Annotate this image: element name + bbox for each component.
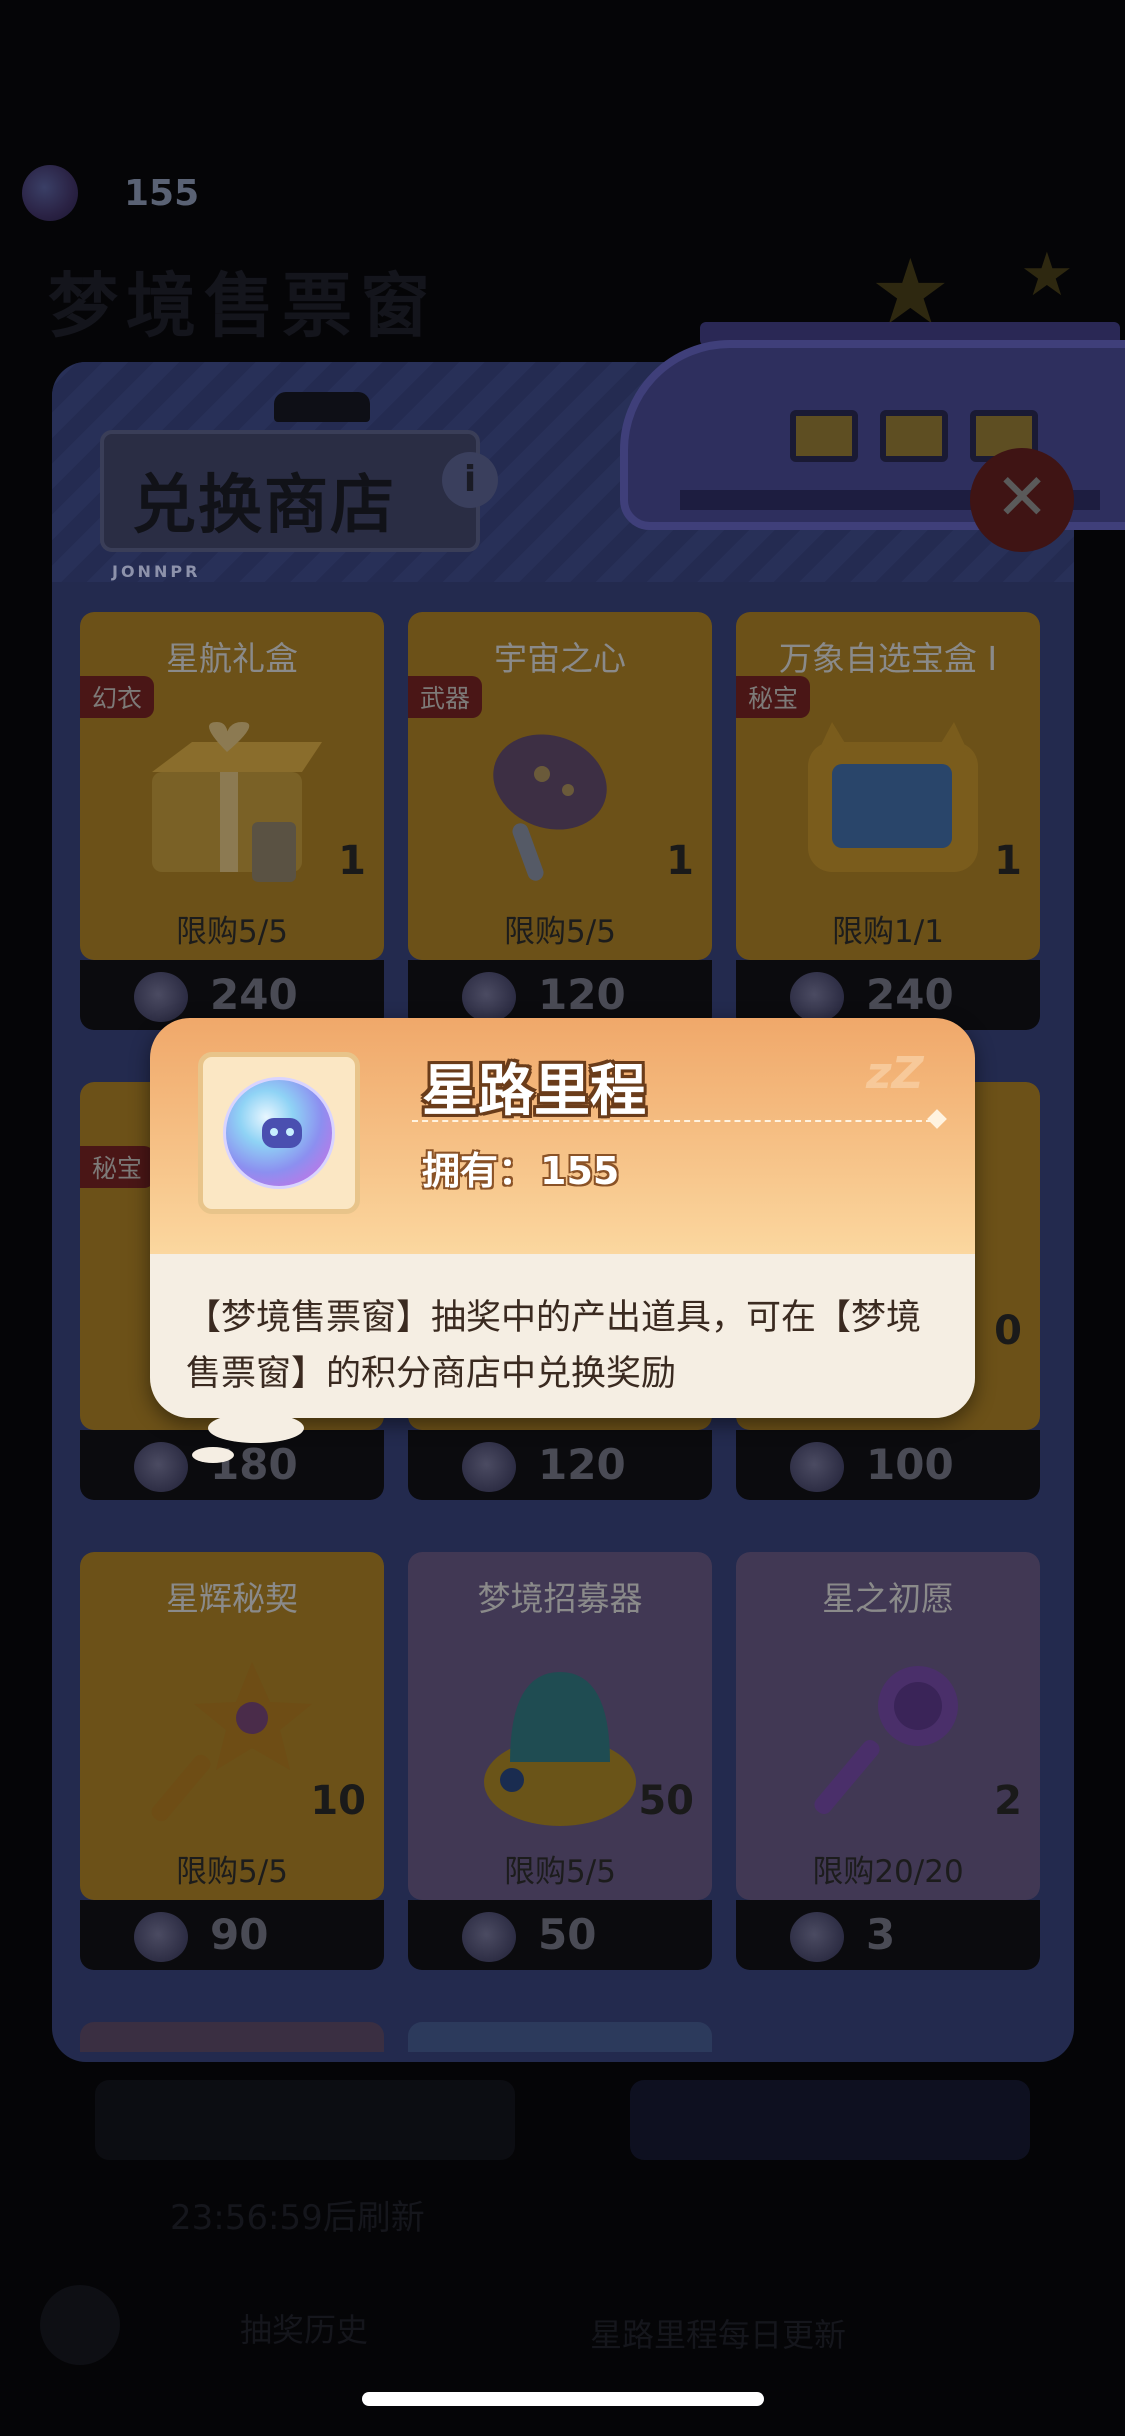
price-bar: 100	[736, 1430, 1040, 1500]
owned-value: 155	[540, 1149, 620, 1193]
home-indicator[interactable]	[362, 2392, 764, 2406]
item-name: 星辉秘契	[166, 1579, 298, 1618]
info-icon[interactable]: i	[442, 452, 498, 508]
star-mileage-coin-icon	[223, 1077, 335, 1189]
mileage-coin-icon	[134, 1442, 188, 1492]
train-window	[880, 410, 948, 462]
shop-item-card[interactable]: 梦境招募器 50 限购5/5 50	[408, 1552, 712, 1970]
refresh-timer: 23:56:59后刷新	[170, 2198, 425, 2238]
item-quantity: 0	[994, 1308, 1022, 1354]
item-name: 星之初愿	[822, 1579, 954, 1618]
robot-face-icon	[262, 1118, 302, 1148]
gift-box-icon	[132, 712, 332, 892]
item-quantity: 1	[338, 838, 366, 884]
purchase-limit: 限购5/5	[176, 1854, 288, 1890]
item-price: 240	[866, 970, 954, 1019]
shop-title: 兑换商店	[132, 469, 396, 543]
shop-sign: 兑换商店 JONNPR	[100, 392, 480, 581]
owned-label: 拥有：	[422, 1149, 537, 1193]
close-button[interactable]: ✕	[970, 448, 1074, 552]
purchase-limit: 限购20/20	[812, 1854, 964, 1890]
item-price: 240	[210, 970, 298, 1019]
purchase-limit: 限购1/1	[832, 914, 944, 950]
mileage-coin-icon	[134, 1912, 188, 1962]
item-name: 梦境招募器	[477, 1579, 643, 1618]
star-racket-icon	[460, 712, 660, 892]
item-price: 100	[866, 1440, 954, 1489]
sign-clip	[274, 392, 370, 422]
item-quantity: 1	[994, 838, 1022, 884]
mileage-coin-icon	[790, 972, 844, 1022]
recruiter-icon	[460, 1652, 660, 1832]
mileage-coin-icon	[462, 1442, 516, 1492]
tooltip-header: 星路里程 拥有： 155 zZ	[150, 1018, 975, 1254]
mileage-note: 星路里程每日更新	[590, 2316, 847, 2354]
item-quantity: 50	[638, 1778, 694, 1824]
train-window	[790, 410, 858, 462]
sign-tag: JONNPR	[112, 562, 201, 581]
item-price: 50	[538, 1910, 597, 1959]
item-price: 90	[210, 1910, 269, 1959]
item-icon-frame	[198, 1052, 360, 1214]
back-icon[interactable]	[40, 2285, 120, 2365]
price-bar: 90	[80, 1900, 384, 1970]
item-name: 万象自选宝盒 I	[778, 639, 998, 678]
mileage-coin-icon	[790, 1442, 844, 1492]
price-bar: 3	[736, 1900, 1040, 1970]
sleep-zz-icon: zZ	[866, 1048, 924, 1099]
price-bar: 50	[408, 1900, 712, 1970]
purchase-limit: 限购5/5	[504, 1854, 616, 1890]
tooltip-divider	[412, 1120, 932, 1122]
shop-item-card[interactable]: 星之初愿 2 限购20/20 3	[736, 1552, 1040, 1970]
mileage-coin-icon	[462, 972, 516, 1022]
item-category-badge: 幻衣	[80, 676, 155, 718]
purple-key-icon	[788, 1652, 988, 1832]
tooltip-title: 星路里程	[422, 1059, 646, 1124]
shop-item-card[interactable]: 星航礼盒 幻衣 1 限购5/5 240	[80, 612, 384, 1030]
item-name: 宇宙之心	[494, 639, 626, 678]
shop-item-card[interactable]: 星辉秘契 10 限购5/5 90	[80, 1552, 384, 1970]
price-bar: 120	[408, 1430, 712, 1500]
item-quantity: 2	[994, 1778, 1022, 1824]
shop-item-card[interactable]: 宇宙之心 武器 1 限购5/5 120	[408, 612, 712, 1030]
item-category-badge: 武器	[408, 676, 483, 718]
speech-bubble-tail	[208, 1413, 304, 1443]
mileage-coin-icon	[790, 1912, 844, 1962]
item-quantity: 10	[310, 1778, 366, 1824]
item-price: 120	[538, 1440, 626, 1489]
shop-item-card-partial	[80, 2022, 384, 2052]
item-category-badge: 秘宝	[80, 1146, 155, 1188]
item-quantity: 1	[666, 838, 694, 884]
refresh-bar	[95, 2080, 515, 2160]
mileage-coin-icon	[134, 972, 188, 1022]
item-name: 星航礼盒	[166, 639, 298, 678]
mileage-coin-icon	[22, 165, 78, 221]
star-key-icon	[132, 1652, 332, 1832]
diamond-icon	[927, 1109, 947, 1129]
page-title: 梦境售票窗	[48, 265, 438, 347]
purchase-limit: 限购5/5	[176, 914, 288, 950]
purchase-limit: 限购5/5	[504, 914, 616, 950]
draw-history-link[interactable]: 抽奖历史	[240, 2305, 368, 2351]
item-price: 120	[538, 970, 626, 1019]
draw-button[interactable]	[630, 2080, 1030, 2160]
tooltip-body: 【梦境售票窗】抽奖中的产出道具，可在【梦境售票窗】的积分商店中兑换奖励	[150, 1254, 975, 1418]
item-price: 3	[866, 1910, 896, 1959]
shop-item-card[interactable]: 万象自选宝盒 I 秘宝 1 限购1/1 240	[736, 612, 1040, 1030]
tooltip-description: 【梦境售票窗】抽奖中的产出道具，可在【梦境售票窗】的积分商店中兑换奖励	[186, 1298, 922, 1394]
currency-value: 155	[124, 172, 200, 214]
speech-bubble-tail	[192, 1447, 234, 1463]
star-decoration-icon: ★	[1020, 240, 1074, 310]
mileage-coin-icon	[462, 1912, 516, 1962]
item-tooltip-popup: 星路里程 拥有： 155 zZ 【梦境售票窗】抽奖中的产出道具，可在【梦境售票窗】…	[150, 1018, 975, 1418]
tv-box-icon	[788, 712, 988, 892]
owned-count: 拥有： 155	[422, 1140, 619, 1195]
shop-item-card-partial	[408, 2022, 712, 2052]
currency-display: 155	[22, 165, 199, 221]
item-category-badge: 秘宝	[736, 676, 811, 718]
